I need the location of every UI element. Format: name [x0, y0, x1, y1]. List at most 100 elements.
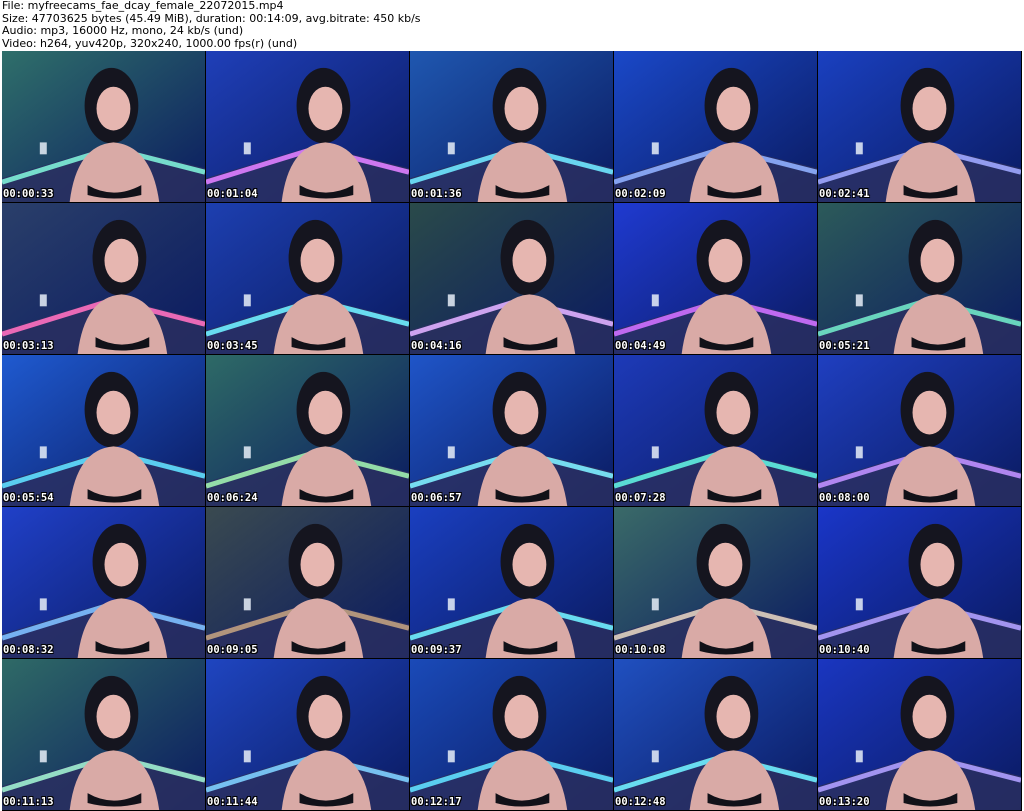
- video-thumbnail: 00:12:48: [614, 659, 818, 811]
- thumbnail-timestamp: 00:07:28: [615, 492, 666, 504]
- video-thumbnail: 00:06:24: [206, 355, 410, 507]
- video-thumbnail: 00:08:00: [818, 355, 1022, 507]
- thumbnail-frame: [410, 203, 613, 354]
- face-shape: [300, 238, 335, 283]
- thumbnail-frame: [2, 355, 205, 506]
- thumbnail-frame: [206, 355, 409, 506]
- thumbnail-frame: [206, 659, 409, 810]
- video-thumbnail: 00:10:08: [614, 507, 818, 659]
- thumbnail-frame: [2, 507, 205, 658]
- thumbnail-frame: [818, 203, 1021, 354]
- video-thumbnail: 00:05:54: [2, 355, 206, 507]
- wall-outlet: [651, 750, 659, 763]
- thumbnail-frame: [2, 203, 205, 354]
- face-shape: [504, 694, 539, 739]
- thumbnail-frame: [614, 51, 817, 202]
- file-name-line: File: myfreecams_fae_dcay_female_2207201…: [2, 0, 284, 12]
- face-shape: [512, 238, 547, 283]
- thumbnail-timestamp: 00:11:13: [3, 796, 54, 808]
- wall-outlet: [447, 750, 455, 763]
- thumbnail-timestamp: 00:12:48: [615, 796, 666, 808]
- thumbnail-timestamp: 00:03:45: [207, 340, 258, 352]
- video-thumbnail: 00:12:17: [410, 659, 614, 811]
- wall-outlet: [243, 142, 251, 155]
- face-shape: [96, 86, 131, 131]
- thumbnail-timestamp: 00:10:40: [819, 644, 870, 656]
- face-shape: [504, 86, 539, 131]
- thumbnail-timestamp: 00:05:54: [3, 492, 54, 504]
- thumbnail-frame: [2, 659, 205, 810]
- thumbnail-timestamp: 00:06:24: [207, 492, 258, 504]
- thumbnail-timestamp: 00:01:36: [411, 188, 462, 200]
- face-shape: [716, 390, 751, 435]
- wall-outlet: [243, 446, 251, 459]
- thumbnail-frame: [614, 659, 817, 810]
- wall-outlet: [447, 294, 455, 307]
- wall-outlet: [855, 750, 863, 763]
- wall-outlet: [651, 142, 659, 155]
- face-shape: [512, 542, 547, 587]
- video-thumbnail: 00:08:32: [2, 507, 206, 659]
- wall-outlet: [651, 446, 659, 459]
- video-thumbnail: 00:03:45: [206, 203, 410, 355]
- thumbnail-frame: [410, 659, 613, 810]
- wall-outlet: [447, 598, 455, 611]
- thumbnail-frame: [614, 203, 817, 354]
- thumbnail-timestamp: 00:08:32: [3, 644, 54, 656]
- thumbnail-timestamp: 00:09:05: [207, 644, 258, 656]
- face-shape: [708, 542, 743, 587]
- wall-outlet: [855, 294, 863, 307]
- thumbnail-frame: [410, 507, 613, 658]
- thumbnail-frame: [206, 51, 409, 202]
- video-thumbnail: 00:04:16: [410, 203, 614, 355]
- thumbnail-frame: [206, 507, 409, 658]
- wall-outlet: [447, 446, 455, 459]
- face-shape: [912, 694, 947, 739]
- face-shape: [912, 86, 947, 131]
- video-thumbnail: 00:00:33: [2, 51, 206, 203]
- face-shape: [308, 390, 343, 435]
- thumbnail-frame: [818, 507, 1021, 658]
- video-thumbnail: 00:01:36: [410, 51, 614, 203]
- wall-outlet: [39, 446, 47, 459]
- thumbnail-grid: 00:00:33 00:01:04 00:01:36 00:02:09 00:02:41…: [2, 51, 1022, 811]
- face-shape: [716, 694, 751, 739]
- thumbnail-timestamp: 00:03:13: [3, 340, 54, 352]
- thumbnail-frame: [818, 51, 1021, 202]
- wall-outlet: [39, 142, 47, 155]
- wall-outlet: [447, 142, 455, 155]
- video-thumbnail: 00:04:49: [614, 203, 818, 355]
- face-shape: [912, 390, 947, 435]
- wall-outlet: [243, 598, 251, 611]
- thumbnail-frame: [410, 51, 613, 202]
- face-shape: [300, 542, 335, 587]
- thumbnail-frame: [614, 507, 817, 658]
- face-shape: [308, 694, 343, 739]
- thumbnail-timestamp: 00:13:20: [819, 796, 870, 808]
- thumbnail-frame: [818, 355, 1021, 506]
- wall-outlet: [39, 294, 47, 307]
- wall-outlet: [855, 142, 863, 155]
- face-shape: [504, 390, 539, 435]
- wall-outlet: [243, 750, 251, 763]
- face-shape: [104, 542, 139, 587]
- video-thumbnail: 00:13:20: [818, 659, 1022, 811]
- face-shape: [96, 390, 131, 435]
- wall-outlet: [855, 598, 863, 611]
- thumbnail-timestamp: 00:09:37: [411, 644, 462, 656]
- wall-outlet: [243, 294, 251, 307]
- thumbnail-timestamp: 00:05:21: [819, 340, 870, 352]
- video-thumbnail: 00:05:21: [818, 203, 1022, 355]
- video-thumbnail: 00:01:04: [206, 51, 410, 203]
- face-shape: [104, 238, 139, 283]
- thumbnail-frame: [410, 355, 613, 506]
- video-thumbnail: 00:07:28: [614, 355, 818, 507]
- thumbnail-timestamp: 00:06:57: [411, 492, 462, 504]
- wall-outlet: [39, 598, 47, 611]
- video-thumbnail: 00:11:13: [2, 659, 206, 811]
- audio-info-line: Audio: mp3, 16000 Hz, mono, 24 kb/s (und…: [2, 25, 244, 37]
- face-shape: [308, 86, 343, 131]
- face-shape: [708, 238, 743, 283]
- thumbnail-timestamp: 00:02:09: [615, 188, 666, 200]
- thumbnail-frame: [818, 659, 1021, 810]
